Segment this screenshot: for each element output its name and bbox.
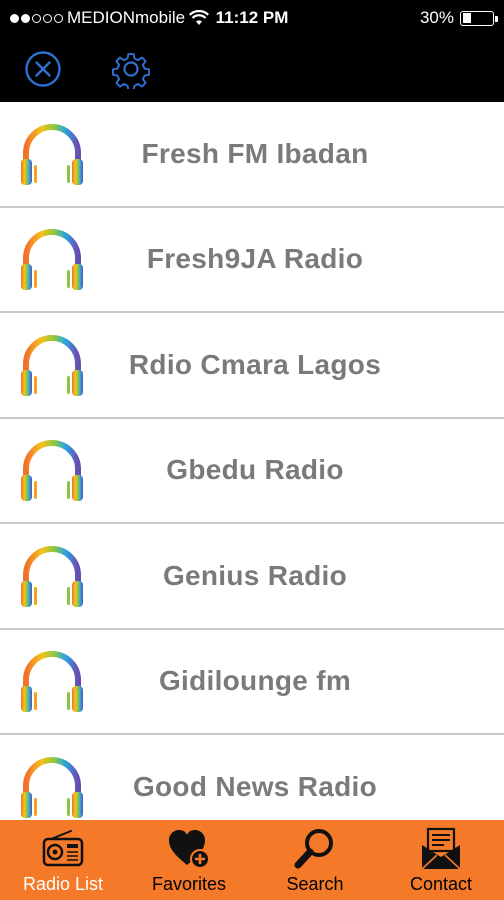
radio-list-item[interactable]: Gidilounge fm: [0, 630, 504, 735]
top-toolbar: [0, 36, 504, 102]
battery-level: [462, 13, 472, 23]
radio-list-item[interactable]: Fresh9JA Radio: [0, 208, 504, 313]
radio-icon: [40, 826, 86, 872]
headphones-icon: [21, 229, 83, 291]
tab-label: Contact: [409, 874, 473, 894]
headphones-icon: [21, 756, 83, 818]
radio-list-item[interactable]: Fresh FM Ibadan: [0, 102, 504, 208]
magnifier-icon: [292, 826, 338, 872]
radio-list-item[interactable]: Rdio Cmara Lagos: [0, 313, 504, 419]
headphones-icon: [21, 334, 83, 396]
radio-list: Fresh FM Ibadan Fresh9JA Radio Rdio Cmar…: [0, 102, 504, 820]
status-bar: MEDIONmobile 11:12 PM 30%: [0, 0, 504, 36]
tab-contact[interactable]: Contact: [378, 820, 504, 900]
envelope-icon: [418, 826, 464, 872]
battery-icon: [460, 10, 498, 26]
gear-icon: [111, 53, 151, 89]
close-button[interactable]: [21, 47, 65, 91]
settings-button[interactable]: [109, 47, 153, 91]
close-circle-icon: [25, 51, 61, 87]
tab-favorites[interactable]: Favorites: [126, 820, 252, 900]
wifi-icon: [189, 10, 210, 25]
battery-percent: 30%: [419, 8, 454, 27]
headphones-icon: [21, 545, 83, 607]
tab-radio-list[interactable]: Radio List: [0, 820, 126, 900]
headphones-icon: [21, 440, 83, 502]
status-left: MEDIONmobile: [10, 8, 420, 28]
bottom-tab-bar: Radio List Favorites Search Contact: [0, 820, 504, 900]
tab-label: Search: [286, 874, 344, 894]
tab-label: Radio List: [22, 874, 104, 894]
radio-list-item[interactable]: Genius Radio: [0, 524, 504, 630]
heart-plus-icon: [166, 826, 212, 872]
status-right: 30%: [419, 8, 498, 28]
carrier-name: MEDIONmobile: [67, 8, 186, 27]
tab-search[interactable]: Search: [252, 820, 378, 900]
radio-list-item[interactable]: Good News Radio: [0, 735, 504, 820]
headphones-icon: [21, 123, 83, 185]
tab-label: Favorites: [151, 874, 227, 894]
radio-list-item[interactable]: Gbedu Radio: [0, 419, 504, 524]
signal-strength-icon: [10, 13, 63, 23]
headphones-icon: [21, 651, 83, 713]
